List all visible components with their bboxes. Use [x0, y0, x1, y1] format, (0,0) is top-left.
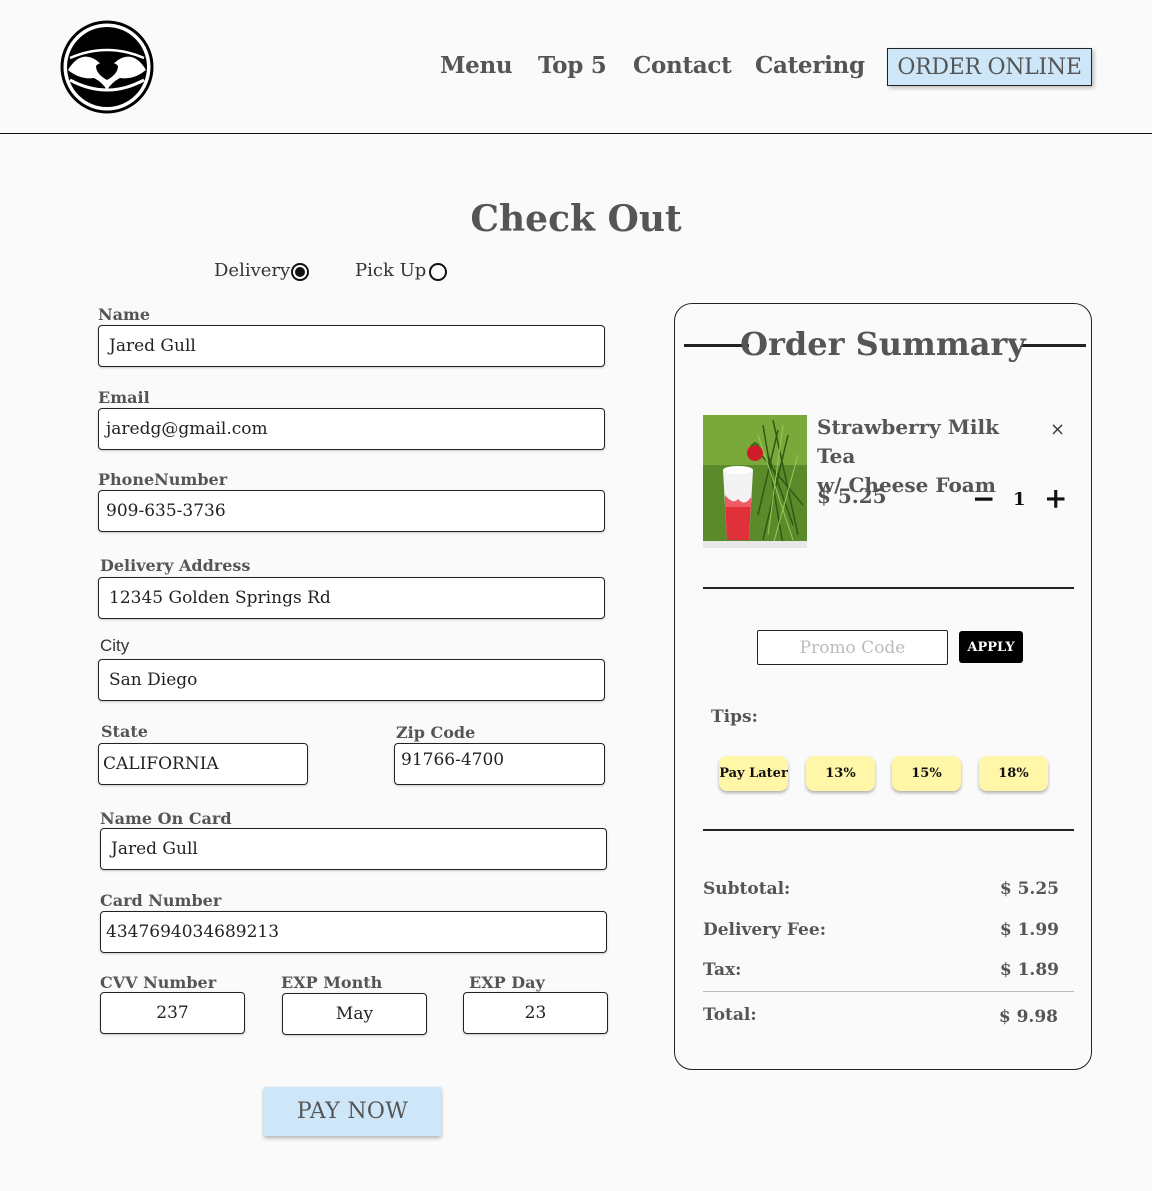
product-price: $ 5.25	[817, 484, 887, 508]
state-label: State	[101, 722, 148, 741]
delivery-radio[interactable]	[291, 263, 309, 281]
address-field[interactable]: 12345 Golden Springs Rd	[98, 577, 605, 619]
tax-label: Tax:	[703, 960, 742, 980]
divider	[703, 991, 1074, 992]
pay-now-button[interactable]: PAY NOW	[264, 1087, 441, 1136]
exp-month-field[interactable]: May	[282, 993, 427, 1035]
tips-label: Tips:	[711, 707, 758, 727]
zip-field[interactable]: 91766-4700	[394, 743, 605, 785]
order-online-button[interactable]: ORDER ONLINE	[887, 48, 1092, 86]
card-number-label: Card Number	[100, 891, 222, 910]
divider	[703, 829, 1074, 831]
nav-catering[interactable]: Catering	[755, 52, 865, 79]
divider	[703, 587, 1074, 589]
product-name-line1: Strawberry Milk Tea	[817, 415, 999, 468]
tax-value: $ 1.89	[999, 960, 1059, 980]
total-value: $ 9.98	[998, 1007, 1058, 1027]
product-image	[703, 415, 807, 548]
brand-logo[interactable]	[60, 20, 154, 114]
zip-label: Zip Code	[396, 723, 476, 742]
order-summary-title: Order Summary	[740, 325, 1026, 363]
pickup-label: Pick Up	[355, 260, 427, 281]
delivery-label: Delivery	[214, 260, 291, 281]
cvv-field[interactable]: 237	[100, 992, 245, 1034]
phone-field[interactable]: 909-635-3736	[98, 490, 605, 532]
quantity-value: 1	[1013, 489, 1026, 510]
exp-day-label: EXP Day	[469, 973, 545, 992]
tip-13-button[interactable]: 13%	[806, 756, 875, 791]
city-label: City	[100, 636, 130, 655]
subtotal-label: Subtotal:	[703, 879, 791, 899]
email-label: Email	[98, 388, 150, 407]
email-field[interactable]: jaredg@gmail.com	[98, 408, 605, 450]
total-label: Total:	[703, 1005, 757, 1025]
promo-code-input[interactable]: Promo Code	[757, 630, 948, 665]
pickup-radio[interactable]	[429, 263, 447, 281]
page-title: Check Out	[470, 198, 682, 240]
cvv-label: CVV Number	[100, 973, 217, 992]
delivery-fee-value: $ 1.99	[999, 920, 1059, 940]
nav-menu[interactable]: Menu	[440, 52, 513, 79]
decrease-quantity-button[interactable]: −	[972, 484, 995, 514]
nav-top5[interactable]: Top 5	[538, 52, 607, 79]
name-label: Name	[98, 305, 151, 324]
radio-selected-dot	[295, 267, 305, 277]
card-number-field[interactable]: 4347694034689213	[100, 911, 607, 953]
site-header: Menu Top 5 Contact Catering ORDER ONLINE	[0, 0, 1152, 134]
tip-18-button[interactable]: 18%	[979, 756, 1048, 791]
nav-contact[interactable]: Contact	[633, 52, 732, 79]
phone-label: PhoneNumber	[98, 470, 228, 489]
subtotal-value: $ 5.25	[999, 879, 1059, 899]
card-name-label: Name On Card	[100, 809, 232, 828]
state-field[interactable]: CALIFORNIA	[98, 743, 308, 785]
tip-pay-later-button[interactable]: Pay Later	[719, 756, 788, 791]
increase-quantity-button[interactable]: +	[1044, 484, 1067, 514]
card-name-field[interactable]: Jared Gull	[100, 828, 607, 870]
city-field[interactable]: San Diego	[98, 659, 605, 701]
exp-month-label: EXP Month	[281, 973, 383, 992]
apply-promo-button[interactable]: APPLY	[959, 631, 1023, 663]
exp-day-field[interactable]: 23	[463, 992, 608, 1034]
name-field[interactable]: Jared Gull	[98, 325, 605, 367]
delivery-fee-label: Delivery Fee:	[703, 920, 826, 940]
remove-item-icon[interactable]: ×	[1050, 419, 1065, 440]
tip-15-button[interactable]: 15%	[892, 756, 961, 791]
address-label: Delivery Address	[100, 556, 251, 575]
